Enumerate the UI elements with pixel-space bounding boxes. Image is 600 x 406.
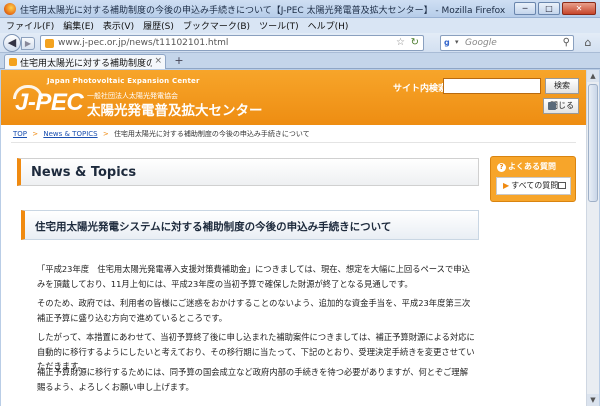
menu-bookmarks[interactable]: ブックマーク(B) [183, 19, 250, 32]
forward-button[interactable]: ▶ [21, 37, 35, 50]
search-bar[interactable]: g ▾ Google ⚲ [440, 35, 574, 51]
site-search-input[interactable] [443, 78, 541, 94]
tab-current[interactable]: 住宅用太陽光に対する補助制度の今後の... × [4, 54, 166, 69]
menu-help[interactable]: ヘルプ(H) [308, 19, 349, 32]
window-title: 住宅用太陽光に対する補助制度の今後の申込み手続きについて【J-PEC 太陽光発電… [20, 6, 506, 16]
faq-title-label: よくある質問 [508, 162, 556, 171]
menu-history[interactable]: 履歴(S) [143, 19, 174, 32]
minimize-button[interactable]: ─ [514, 2, 536, 15]
address-bar[interactable]: www.j-pec.or.jp/news/t11102101.html ☆ ↻ [40, 35, 424, 51]
menu-view[interactable]: 表示(V) [103, 19, 134, 32]
breadcrumb-current: 住宅用太陽光に対する補助制度の今後の申込み手続きについて [113, 130, 310, 138]
faq-box: ? よくある質問 ▶ すべての質問 [490, 156, 576, 202]
site-search-button[interactable]: 検索 [545, 78, 579, 94]
divider [11, 142, 576, 143]
question-icon: ? [497, 163, 506, 172]
faq-all-label: すべての質問 [511, 181, 559, 190]
menu-tools[interactable]: ツール(T) [259, 19, 299, 32]
section-heading: News & Topics [17, 158, 479, 186]
page-close-button[interactable]: 閉じる [543, 98, 579, 114]
maximize-button[interactable]: □ [538, 2, 560, 15]
site-header: Japan Photovoltaic Expansion Center J-PE… [1, 70, 586, 125]
bookmark-star-icon[interactable]: ☆ [396, 37, 405, 48]
article-paragraph: 補正予算財源に移行するためには、同予算の国会成立など政府内部の手続きを待つ必要が… [37, 367, 469, 392]
menu-file[interactable]: ファイル(F) [6, 19, 54, 32]
navigation-bar: ◀ ▶ www.j-pec.or.jp/news/t11102101.html … [0, 33, 600, 53]
site-logo[interactable]: J-PEC [15, 89, 84, 117]
search-icon[interactable]: ⚲ [563, 37, 570, 48]
new-window-icon [558, 182, 566, 189]
tab-close-icon[interactable]: × [154, 56, 162, 66]
vertical-scrollbar[interactable]: ▲ ▼ [586, 70, 599, 406]
article-title: 住宅用太陽光発電システムに対する補助制度の今後の申込み手続きについて [35, 221, 392, 233]
close-window-button[interactable]: ✕ [562, 2, 596, 15]
article-paragraph: そのため、政府では、利用者の皆様にご迷惑をおかけすることのないよう、追加的な資金… [37, 298, 471, 323]
page-viewport: Japan Photovoltaic Expansion Center J-PE… [1, 70, 586, 406]
breadcrumb-top[interactable]: TOP [13, 130, 27, 138]
menu-bar: ファイル(F) 編集(E) 表示(V) 履歴(S) ブックマーク(B) ツール(… [0, 18, 600, 33]
search-placeholder[interactable]: Google [465, 38, 497, 48]
section-title: News & Topics [31, 165, 137, 180]
search-engine-dropdown-icon[interactable]: ▾ [455, 38, 459, 46]
firefox-icon [4, 3, 16, 15]
site-search-label: サイト内検索 [393, 84, 448, 94]
back-button[interactable]: ◀ [3, 34, 21, 52]
faq-title: ? よくある質問 [497, 161, 556, 172]
scrollbar-thumb[interactable] [588, 84, 598, 202]
site-subtitle: Japan Photovoltaic Expansion Center [47, 77, 200, 85]
close-icon [548, 102, 556, 110]
arrow-right-icon: ▶ [503, 181, 510, 190]
tab-strip: 住宅用太陽光に対する補助制度の今後の... × + [0, 53, 600, 69]
home-button[interactable]: ⌂ [580, 36, 596, 50]
tab-favicon [9, 58, 17, 66]
breadcrumb-news[interactable]: News & TOPICS [43, 130, 97, 138]
reload-icon[interactable]: ↻ [411, 37, 419, 48]
menu-edit[interactable]: 編集(E) [63, 19, 94, 32]
tab-label[interactable]: 住宅用太陽光に対する補助制度の今後の... [20, 56, 152, 69]
article-paragraph: 「平成23年度 住宅用太陽光発電導入支援対策費補助金」につきましては、現在、想定… [37, 264, 470, 289]
url-text[interactable]: www.j-pec.or.jp/news/t11102101.html [58, 38, 228, 48]
scroll-up-icon[interactable]: ▲ [587, 70, 599, 82]
center-name: 太陽光発電普及拡大センター [87, 103, 263, 119]
new-tab-button[interactable]: + [172, 55, 186, 67]
scroll-down-icon[interactable]: ▼ [587, 394, 599, 406]
article-heading: 住宅用太陽光発電システムに対する補助制度の今後の申込み手続きについて [21, 210, 479, 240]
breadcrumb: TOP > News & TOPICS > 住宅用太陽光に対する補助制度の今後の… [13, 129, 310, 139]
google-icon[interactable]: g [444, 38, 454, 48]
breadcrumb-separator: > [102, 130, 109, 138]
window-controls: ─ □ ✕ [514, 2, 596, 15]
window-titlebar: 住宅用太陽光に対する補助制度の今後の申込み手続きについて【J-PEC 太陽光発電… [0, 0, 600, 18]
faq-all-button[interactable]: ▶ すべての質問 [496, 177, 571, 195]
site-identity-icon[interactable] [45, 39, 54, 48]
breadcrumb-separator: > [32, 130, 39, 138]
